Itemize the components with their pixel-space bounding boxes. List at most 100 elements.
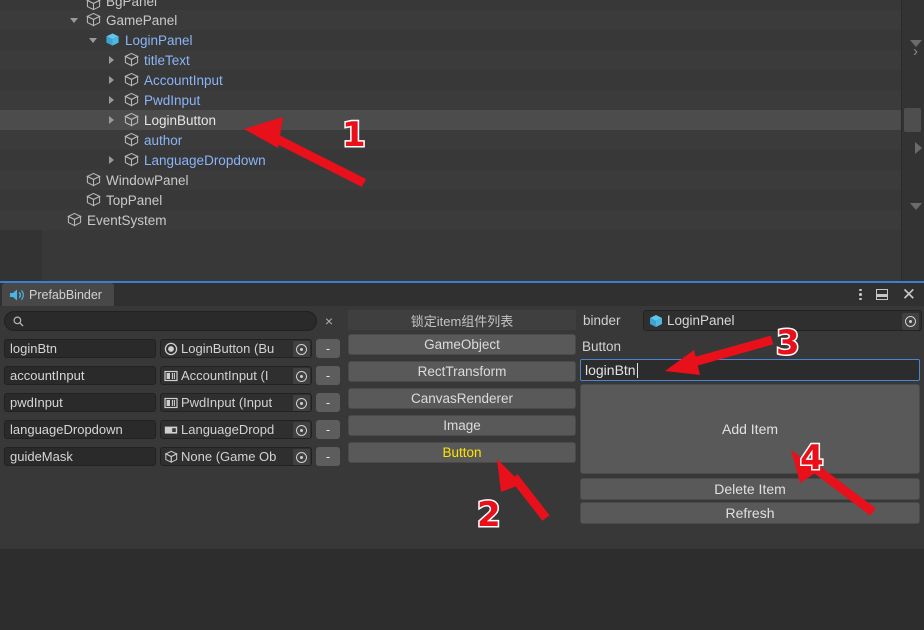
hierarchy-row-windowpanel[interactable]: WindowPanel [0, 170, 901, 190]
tab-label: PrefabBinder [29, 287, 102, 302]
component-button-recttransform[interactable]: RectTransform [348, 361, 576, 382]
binder-name-field-languageDropdown[interactable]: languageDropdown [4, 420, 156, 439]
binder-object-field-languageDropdown[interactable]: LanguageDropd [160, 420, 312, 439]
binder-object-field-accountInput[interactable]: AccountInput (I [160, 366, 312, 385]
text-caret [636, 362, 638, 378]
hierarchy-row-loginpanel[interactable]: LoginPanel [0, 30, 901, 50]
binder-name-value: loginBtn [585, 362, 636, 378]
foldout-collapsed-icon[interactable] [105, 94, 118, 107]
button-icon [164, 342, 178, 355]
binder-object-field-pwdInput[interactable]: PwdInput (Input [160, 393, 312, 412]
row-label: titleText [144, 52, 190, 68]
annotation-number-1: 1 [341, 115, 368, 155]
component-button-gameobject[interactable]: GameObject [348, 334, 576, 355]
annotation-number-3: 3 [775, 323, 802, 363]
hierarchy-row-loginbutton[interactable]: LoginButton [0, 110, 901, 130]
row-label: WindowPanel [106, 172, 189, 188]
gameobject-cube-icon [124, 152, 139, 167]
component-button-canvasrenderer[interactable]: CanvasRenderer [348, 388, 576, 409]
row-label: EventSystem [87, 212, 167, 228]
row-label: author [144, 132, 183, 148]
picker-icon [296, 344, 307, 355]
object-name: LoginButton (Bu [181, 341, 275, 356]
search-input-wrap[interactable] [4, 311, 317, 331]
binder-name-field-loginBtn[interactable]: loginBtn [4, 339, 156, 358]
dropdown-icon [164, 426, 178, 434]
object-picker-button[interactable] [293, 368, 310, 384]
speaker-icon [10, 289, 24, 300]
hierarchy-row-gamepanel[interactable]: GamePanel [0, 10, 901, 30]
binder-row-languagedropdown: languageDropdown LanguageDropd - [4, 418, 340, 441]
hierarchy-row-titletext[interactable]: titleText [0, 50, 901, 70]
binder-row-loginbtn: loginBtn LoginButton (Bu - [4, 337, 340, 360]
hierarchy-row-languagedropdown[interactable]: LanguageDropdown [0, 150, 901, 170]
gameobject-cube-icon [86, 172, 101, 187]
binder-name-input[interactable]: loginBtn [580, 359, 920, 381]
remove-binding-button[interactable]: - [316, 420, 340, 439]
inputfield-icon [164, 397, 178, 408]
kebab-menu-icon[interactable] [859, 288, 862, 301]
foldout-collapsed-icon[interactable] [105, 74, 118, 87]
foldout-collapsed-icon[interactable] [105, 114, 118, 127]
annotation-number-2: 2 [476, 495, 503, 535]
binder-name-field-guideMask[interactable]: guideMask [4, 447, 156, 466]
foldout-collapsed-icon[interactable] [105, 54, 118, 67]
gameobject-cube-icon [124, 112, 139, 127]
object-picker-button[interactable] [293, 422, 310, 438]
hierarchy-row-bgpanel[interactable]: BgPanel [0, 0, 901, 11]
object-picker-button[interactable] [293, 449, 310, 465]
refresh-button[interactable]: Refresh [580, 502, 920, 524]
binder-name-field-accountInput[interactable]: accountInput [4, 366, 156, 385]
hierarchy-scroll-thumb[interactable] [904, 108, 921, 132]
refresh-label: Refresh [725, 505, 775, 521]
row-label: LoginPanel [125, 32, 193, 48]
edge-collapse-down-icon[interactable] [910, 40, 922, 47]
hierarchy-list[interactable]: BgPanel GamePanel LoginPanel titleText Accou… [0, 0, 901, 281]
close-icon[interactable]: ✕ [902, 286, 916, 303]
picker-icon [296, 452, 307, 463]
object-name: None (Game Ob [181, 449, 277, 464]
hierarchy-row-accountinput[interactable]: AccountInput [0, 70, 901, 90]
row-label: GamePanel [106, 12, 178, 28]
remove-binding-button[interactable]: - [316, 393, 340, 412]
edge-collapse-right-icon[interactable] [915, 142, 922, 154]
add-item-button[interactable]: Add Item [580, 384, 920, 474]
binder-object-field-guideMask[interactable]: None (Game Ob [160, 447, 312, 466]
component-section-label: Button [582, 339, 622, 354]
hierarchy-row-author[interactable]: author [0, 130, 901, 150]
delete-item-button[interactable]: Delete Item [580, 478, 920, 500]
hierarchy-panel: BgPanel GamePanel LoginPanel titleText Accou… [0, 0, 924, 281]
row-label: PwdInput [144, 92, 201, 108]
gameobject-cube-icon [67, 212, 82, 227]
foldout-expanded-icon[interactable] [86, 34, 99, 47]
picker-icon [905, 316, 916, 327]
foldout-collapsed-icon[interactable] [105, 154, 118, 167]
row-label: LanguageDropdown [144, 152, 266, 168]
object-name: LanguageDropd [181, 422, 275, 437]
hierarchy-row-eventsystem[interactable]: EventSystem [0, 210, 901, 230]
binder-name-field-pwdInput[interactable]: pwdInput [4, 393, 156, 412]
hierarchy-row-toppanel[interactable]: TopPanel [0, 190, 901, 210]
tab-prefabbinder[interactable]: PrefabBinder [2, 283, 114, 306]
object-picker-button[interactable] [293, 341, 310, 357]
remove-binding-button[interactable]: - [316, 339, 340, 358]
search-row: × [4, 311, 341, 331]
row-label: TopPanel [106, 192, 163, 208]
binder-inspector-column: binder LoginPanel Button loginBtn Add It… [579, 306, 924, 549]
binder-object-field-loginBtn[interactable]: LoginButton (Bu [160, 339, 312, 358]
component-button-button[interactable]: Button [348, 442, 576, 463]
remove-binding-button[interactable]: - [316, 447, 340, 466]
component-button-image[interactable]: Image [348, 415, 576, 436]
object-picker-button[interactable] [293, 395, 310, 411]
hierarchy-row-pwdinput[interactable]: PwdInput [0, 90, 901, 110]
search-clear-icon[interactable]: × [317, 313, 341, 329]
search-input[interactable] [24, 314, 316, 328]
gameobject-cube-icon [124, 92, 139, 107]
foldout-expanded-icon[interactable] [67, 14, 80, 27]
remove-binding-button[interactable]: - [316, 366, 340, 385]
maximize-icon[interactable] [875, 289, 888, 300]
picker-icon [296, 371, 307, 382]
row-label: AccountInput [144, 72, 223, 88]
object-picker-button[interactable] [902, 313, 919, 330]
edge-collapse-down2-icon[interactable] [910, 203, 922, 210]
